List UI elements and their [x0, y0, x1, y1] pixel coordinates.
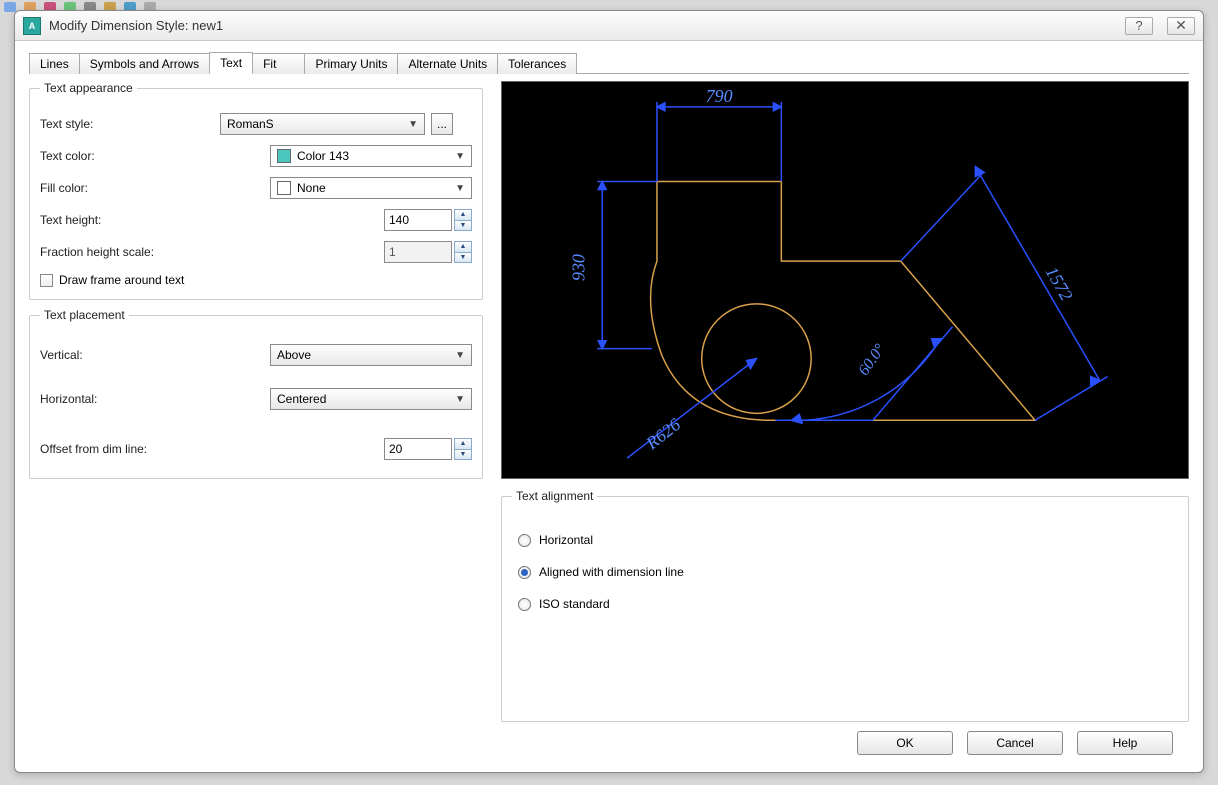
chevron-down-icon: ▼	[455, 350, 465, 361]
legend-alignment: Text alignment	[512, 489, 597, 503]
text-style-value: RomanS	[227, 117, 274, 131]
input-fraction-scale	[384, 241, 452, 263]
tab-tolerances[interactable]: Tolerances	[497, 53, 577, 74]
text-height-value[interactable]	[389, 213, 447, 227]
text-color-value: Color 143	[297, 149, 349, 163]
label-horizontal: Horizontal:	[40, 392, 220, 406]
spinner-text-height[interactable]: ▲ ▼	[454, 209, 472, 231]
label-draw-frame: Draw frame around text	[59, 273, 184, 287]
tab-lines[interactable]: Lines	[29, 53, 80, 74]
legend-placement: Text placement	[40, 308, 129, 322]
radio-iso-row: ISO standard	[518, 597, 1178, 611]
row-horizontal: Horizontal: Centered ▼	[40, 388, 472, 410]
row-draw-frame: Draw frame around text	[40, 273, 472, 287]
cancel-button[interactable]: Cancel	[967, 731, 1063, 755]
row-text-style: Text style: RomanS ▼ ...	[40, 113, 472, 135]
row-text-height: Text height: ▲ ▼	[40, 209, 472, 231]
spin-up-icon[interactable]: ▲	[454, 438, 472, 450]
fraction-scale-value	[389, 245, 447, 259]
tab-fit[interactable]: Fit	[252, 53, 305, 74]
none-swatch-icon	[277, 181, 291, 195]
vertical-value: Above	[277, 348, 311, 362]
dim-right: 1572	[1042, 263, 1077, 304]
group-text-alignment: Text alignment Horizontal Aligned with d…	[501, 489, 1189, 722]
right-column: 790 930 R626 1572 60.0° Text alignment H…	[501, 81, 1189, 722]
dim-angle: 60.0°	[855, 341, 889, 379]
chevron-down-icon: ▼	[455, 394, 465, 405]
fill-color-value: None	[297, 181, 326, 195]
radio-aligned-row: Aligned with dimension line	[518, 565, 1178, 579]
dropdown-fill-color[interactable]: None ▼	[270, 177, 472, 199]
dropdown-text-style[interactable]: RomanS ▼	[220, 113, 425, 135]
checkbox-draw-frame[interactable]	[40, 274, 53, 287]
dialog-content: Lines Symbols and Arrows Text Fit Primar…	[15, 41, 1203, 772]
dropdown-horizontal[interactable]: Centered ▼	[270, 388, 472, 410]
input-text-height[interactable]	[384, 209, 452, 231]
color-swatch-icon	[277, 149, 291, 163]
app-icon: A	[23, 17, 41, 35]
more-text-style-button[interactable]: ...	[431, 113, 453, 135]
row-text-color: Text color: Color 143 ▼	[40, 145, 472, 167]
label-offset: Offset from dim line:	[40, 442, 220, 456]
spin-down-icon: ▼	[454, 253, 472, 264]
row-offset: Offset from dim line: ▲ ▼	[40, 438, 472, 460]
ok-button[interactable]: OK	[857, 731, 953, 755]
left-column: Text appearance Text style: RomanS ▼ ...…	[29, 81, 483, 722]
radio-iso[interactable]	[518, 598, 531, 611]
label-radio-aligned: Aligned with dimension line	[539, 565, 684, 579]
radio-horizontal-row: Horizontal	[518, 533, 1178, 547]
tab-primary-units[interactable]: Primary Units	[304, 53, 398, 74]
chevron-down-icon: ▼	[408, 119, 418, 130]
label-fraction-scale: Fraction height scale:	[40, 245, 220, 259]
spin-up-icon[interactable]: ▲	[454, 209, 472, 221]
dropdown-vertical[interactable]: Above ▼	[270, 344, 472, 366]
label-vertical: Vertical:	[40, 348, 220, 362]
label-radio-horizontal: Horizontal	[539, 533, 593, 547]
label-text-style: Text style:	[40, 117, 220, 131]
legend-appearance: Text appearance	[40, 81, 137, 95]
dim-top: 790	[706, 86, 733, 106]
label-radio-iso: ISO standard	[539, 597, 610, 611]
titlebar: A Modify Dimension Style: new1 ? ✕	[15, 11, 1203, 41]
spinner-fraction-scale: ▲ ▼	[454, 241, 472, 263]
radio-aligned[interactable]	[518, 566, 531, 579]
dialog-window: A Modify Dimension Style: new1 ? ✕ Lines…	[14, 10, 1204, 773]
tab-text[interactable]: Text	[209, 52, 253, 74]
help-button-footer[interactable]: Help	[1077, 731, 1173, 755]
radio-horizontal[interactable]	[518, 534, 531, 547]
chevron-down-icon: ▼	[455, 183, 465, 194]
chevron-down-icon: ▼	[455, 151, 465, 162]
dropdown-text-color[interactable]: Color 143 ▼	[270, 145, 472, 167]
spin-down-icon[interactable]: ▼	[454, 450, 472, 461]
close-button[interactable]: ✕	[1167, 17, 1195, 35]
title-text: Modify Dimension Style: new1	[49, 18, 223, 33]
spin-up-icon: ▲	[454, 241, 472, 253]
help-button[interactable]: ?	[1125, 17, 1153, 35]
row-vertical: Vertical: Above ▼	[40, 344, 472, 366]
row-fill-color: Fill color: None ▼	[40, 177, 472, 199]
dim-radius: R626	[641, 414, 684, 454]
preview-svg: 790 930 R626 1572 60.0°	[502, 82, 1188, 478]
group-text-appearance: Text appearance Text style: RomanS ▼ ...…	[29, 81, 483, 300]
spinner-offset[interactable]: ▲ ▼	[454, 438, 472, 460]
horizontal-value: Centered	[277, 392, 326, 406]
label-fill-color: Fill color:	[40, 181, 220, 195]
offset-value[interactable]	[389, 442, 447, 456]
footer: OK Cancel Help	[29, 722, 1189, 764]
input-offset[interactable]	[384, 438, 452, 460]
group-text-placement: Text placement Vertical: Above ▼ Horizon…	[29, 308, 483, 479]
dim-left: 930	[568, 254, 588, 281]
label-text-color: Text color:	[40, 149, 220, 163]
preview-pane: 790 930 R626 1572 60.0°	[501, 81, 1189, 479]
tab-alternate-units[interactable]: Alternate Units	[397, 53, 498, 74]
label-text-height: Text height:	[40, 213, 220, 227]
panels: Text appearance Text style: RomanS ▼ ...…	[29, 81, 1189, 722]
spin-down-icon[interactable]: ▼	[454, 221, 472, 232]
row-fraction-scale: Fraction height scale: ▲ ▼	[40, 241, 472, 263]
tab-symbols-arrows[interactable]: Symbols and Arrows	[79, 53, 210, 74]
tabstrip: Lines Symbols and Arrows Text Fit Primar…	[29, 51, 1189, 74]
